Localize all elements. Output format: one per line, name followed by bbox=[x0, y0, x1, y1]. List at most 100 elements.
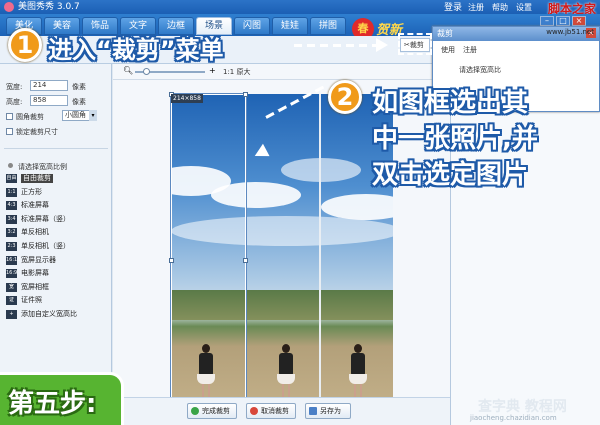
aspect-ratio-icon: + bbox=[6, 310, 17, 319]
crop-settings-panel: 宽度: 214 像素 高度: 858 像素 圆角裁剪 小圆角 ▾ 锁定裁剪尺寸 … bbox=[0, 64, 112, 425]
lock-size-checkbox[interactable] bbox=[6, 128, 13, 135]
ratio-option[interactable]: 自由 自由裁剪 bbox=[6, 174, 86, 185]
cancel-crop-button[interactable]: 取消裁剪 bbox=[246, 403, 296, 419]
width-unit: 像素 bbox=[72, 83, 86, 91]
ratio-option[interactable]: 宽宽屏相框 bbox=[6, 282, 86, 294]
ratio-option-label: 单反相机（竖） bbox=[21, 242, 70, 250]
dialog-item-register[interactable]: 注册 bbox=[463, 45, 477, 55]
help-link[interactable]: 帮助 bbox=[492, 1, 508, 15]
resize-handle[interactable] bbox=[169, 258, 174, 263]
zoom-out-icon[interactable]: 🔍︎ bbox=[123, 66, 133, 75]
register-link[interactable]: 注册 bbox=[468, 1, 484, 15]
photo-divider bbox=[319, 94, 321, 425]
watermark-url: www.jb51.net bbox=[546, 28, 594, 36]
app-window: 美图秀秀 3.0.7 登录 注册 帮助 设置 脚本之家 www.jb51.net… bbox=[0, 0, 600, 425]
step2-text-line2: 中一张照片,并 bbox=[372, 124, 538, 154]
resize-handle[interactable] bbox=[243, 92, 248, 97]
ratio-option-label: 标准屏幕 bbox=[21, 201, 49, 210]
cancel-icon bbox=[250, 407, 258, 415]
aspect-ratio-icon: 自由 bbox=[6, 174, 17, 183]
arrow-dash bbox=[294, 44, 378, 47]
aspect-ratio-icon: 1:1 bbox=[6, 187, 17, 197]
ratio-option-label: 证件照 bbox=[21, 296, 42, 305]
chevron-down-icon[interactable]: ▾ bbox=[89, 110, 97, 121]
arrow-head-icon bbox=[376, 38, 388, 52]
ratio-option[interactable]: 3:2 单反相机 bbox=[6, 228, 86, 239]
ratio-option[interactable]: + 添加自定义宽高比 bbox=[6, 310, 86, 321]
round-corner-label: 圆角裁剪 bbox=[16, 113, 44, 121]
save-as-button[interactable]: 另存为 bbox=[305, 403, 351, 419]
ratio-option[interactable]: 3:4 标准屏幕（竖） bbox=[6, 214, 86, 226]
settings-link[interactable]: 设置 bbox=[516, 1, 532, 15]
step1-badge: 1 bbox=[8, 28, 42, 62]
ratio-option[interactable]: 16:10 宽屏显示器 bbox=[6, 255, 86, 267]
cloud bbox=[321, 194, 393, 220]
zoom-label[interactable]: 1:1 原大 bbox=[223, 67, 251, 77]
ratio-option[interactable]: 4:3 标准屏幕 bbox=[6, 201, 86, 212]
cancel-crop-label: 取消裁剪 bbox=[261, 407, 289, 415]
ratio-option-label: 正方形 bbox=[21, 187, 42, 196]
crop-selection-box[interactable] bbox=[169, 92, 248, 425]
height-label: 高度: bbox=[6, 98, 23, 106]
round-corner-checkbox[interactable] bbox=[6, 113, 13, 120]
aspect-ratio-icon: 3:4 bbox=[6, 214, 17, 224]
tab-doll[interactable]: 娃娃 bbox=[272, 17, 308, 35]
ratio-option-label: 宽屏显示器 bbox=[21, 255, 56, 264]
step-label-text: 第五步: bbox=[8, 389, 97, 419]
width-input[interactable]: 214 bbox=[30, 80, 68, 91]
bullet-icon bbox=[8, 163, 13, 168]
selection-size-tag: 214×858 bbox=[171, 94, 203, 103]
crop-highlight bbox=[398, 33, 432, 55]
ratio-option[interactable]: 2:3 单反相机（竖） bbox=[6, 242, 86, 253]
close-button[interactable]: × bbox=[572, 16, 586, 26]
tab-flash[interactable]: 闪图 bbox=[234, 17, 270, 35]
ratio-option-label: 标准屏幕（竖） bbox=[21, 214, 70, 223]
check-icon bbox=[191, 407, 199, 415]
minimize-button[interactable]: – bbox=[540, 16, 554, 26]
dialog-item-use[interactable]: 使用 bbox=[441, 45, 455, 55]
step2-text-line1: 如图框选出其 bbox=[372, 88, 529, 118]
person-figure bbox=[349, 344, 367, 404]
aspect-ratio-icon: 16:10 bbox=[6, 255, 21, 265]
app-logo-icon bbox=[4, 2, 14, 12]
aspect-ratio-icon: 2:3 bbox=[6, 242, 17, 251]
step1-text: 进入“裁剪”菜单 bbox=[48, 36, 224, 64]
aspect-ratio-icon: 3:2 bbox=[6, 228, 17, 238]
ratio-option-label: 宽屏相框 bbox=[21, 282, 49, 291]
step2-text-line3: 双击选定图片 bbox=[372, 160, 529, 190]
ratio-option-label: 添加自定义宽高比 bbox=[21, 310, 77, 318]
ratio-option[interactable]: 16:9 电影屏幕 bbox=[6, 269, 86, 280]
title-bar: 美图秀秀 3.0.7 登录 注册 帮助 设置 脚本之家 bbox=[0, 0, 600, 16]
bottom-action-bar: 完成裁剪 取消裁剪 另存为 bbox=[113, 397, 450, 425]
dialog-ratio-heading: 请选择宽高比 bbox=[459, 66, 501, 74]
person-figure bbox=[277, 344, 295, 404]
ratio-option[interactable]: 1:1 正方形 bbox=[6, 187, 86, 199]
aspect-ratio-icon: 宽 bbox=[6, 282, 17, 292]
done-crop-button[interactable]: 完成裁剪 bbox=[187, 403, 237, 419]
zoom-slider-thumb[interactable] bbox=[143, 68, 150, 75]
save-icon bbox=[309, 407, 317, 415]
tab-collage[interactable]: 拼图 bbox=[310, 17, 346, 35]
zoom-in-icon[interactable]: + bbox=[209, 66, 216, 75]
ratio-option-label: 自由裁剪 bbox=[21, 174, 53, 183]
zoom-strip: 🔍︎ + 1:1 原大 bbox=[113, 64, 450, 80]
login-link[interactable]: 登录 bbox=[444, 1, 462, 15]
maximize-button[interactable]: □ bbox=[556, 16, 570, 26]
aspect-ratio-icon: 4:3 bbox=[6, 201, 17, 211]
height-input[interactable]: 858 bbox=[30, 95, 68, 106]
resize-handle[interactable] bbox=[243, 258, 248, 263]
bottom-watermark-url: jiaocheng.chazidian.com bbox=[470, 414, 557, 422]
step-label: 第五步: bbox=[0, 372, 124, 425]
cloud bbox=[281, 158, 361, 182]
save-as-label: 另存为 bbox=[320, 407, 341, 415]
bottom-watermark: 查字典 教程网 bbox=[478, 399, 567, 415]
ratio-option-label: 单反相机 bbox=[21, 228, 49, 237]
ratio-heading: 请选择宽高比例 bbox=[18, 163, 67, 171]
step2-badge: 2 bbox=[328, 80, 362, 114]
app-title: 美图秀秀 3.0.7 bbox=[18, 2, 80, 12]
ratio-option[interactable]: 证证件照 bbox=[6, 296, 86, 307]
lock-size-label: 锁定裁剪尺寸 bbox=[16, 128, 58, 136]
width-label: 宽度: bbox=[6, 83, 23, 91]
done-crop-label: 完成裁剪 bbox=[202, 407, 230, 415]
divider bbox=[4, 148, 108, 149]
